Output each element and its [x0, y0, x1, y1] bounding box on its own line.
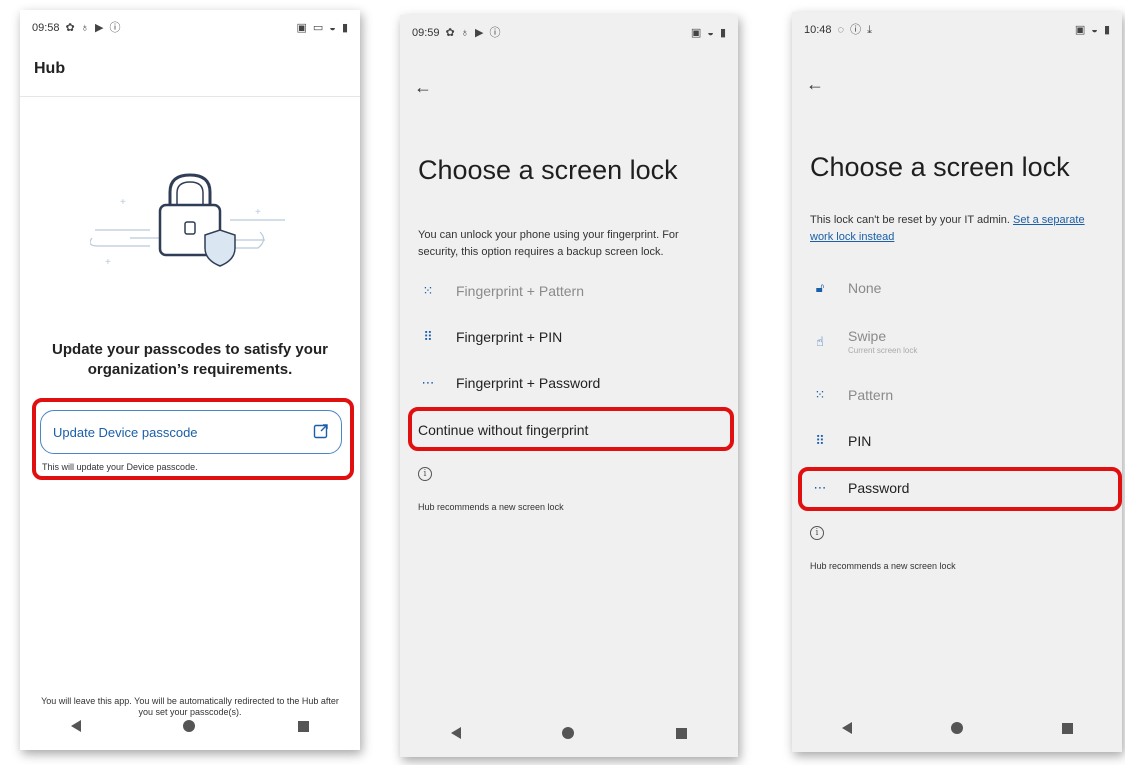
nav-back-icon[interactable]	[450, 727, 461, 739]
info-icon: i	[810, 526, 824, 540]
phone-fingerprint-lock-screen: 09:59 ✿ ♁ ▶ ⓘ ▣ ◒ ▮ ← Choose a screen lo…	[400, 15, 738, 757]
page-title: Choose a screen lock	[810, 152, 1070, 182]
nav-recents-icon[interactable]	[676, 727, 688, 739]
option-fingerprint-password[interactable]: ⋯ Fingerprint + Password	[418, 375, 601, 391]
option-label: PIN	[848, 433, 872, 449]
status-time: 09:59	[412, 27, 440, 39]
highlight-box	[408, 407, 734, 451]
page-title: Choose a screen lock	[418, 155, 678, 185]
option-label: Fingerprint + PIN	[456, 329, 563, 345]
status-bar: 10:48 ◌ ⓘ ⤓ ▣ ◒ ▮	[792, 12, 1122, 48]
status-time: 10:48	[804, 24, 832, 36]
wifi-icon: ◒	[1091, 23, 1098, 36]
back-arrow-icon[interactable]: ←	[806, 74, 824, 95]
fingerprint-description: You can unlock your phone using your fin…	[418, 229, 679, 258]
battery-icon: ▮	[341, 21, 348, 34]
recommend-text: Hub recommends a new screen lock	[810, 561, 956, 571]
pattern-icon: ⁙	[422, 283, 434, 298]
nav-recents-icon[interactable]	[297, 720, 309, 732]
sync-icon: ◌	[837, 23, 845, 36]
passcode-message: Update your passcodes to satisfy your or…	[52, 341, 328, 378]
lock-open-icon: 🔓︎	[815, 280, 825, 295]
play-icon: ▶	[475, 26, 484, 39]
password-icon: ⋯	[421, 375, 435, 390]
nav-bar	[20, 702, 360, 750]
option-label: None	[848, 280, 882, 296]
battery-icon: ▮	[1103, 23, 1110, 36]
nav-home-icon[interactable]	[183, 720, 196, 732]
app-title: Hub	[34, 60, 66, 77]
svg-text:+: +	[105, 257, 111, 268]
info-icon: i	[418, 467, 432, 481]
option-label: Swipe	[848, 328, 887, 344]
option-sublabel: Current screen lock	[848, 346, 918, 355]
swipe-icon: ☝	[816, 333, 824, 349]
status-bar: 09:58 ✿ ♁ ▶ ⓘ ▣ ▭ ◒ ▮	[20, 10, 360, 46]
lock-description: This lock can't be reset by your IT admi…	[810, 212, 1100, 246]
nfc-icon: ▣	[296, 21, 307, 34]
nav-back-icon[interactable]	[841, 722, 852, 734]
nav-bar	[792, 704, 1122, 752]
nav-recents-icon[interactable]	[1061, 722, 1073, 734]
pin-icon: ⠿	[423, 329, 433, 344]
svg-text:+: +	[120, 197, 126, 208]
nfc-icon: ▣	[1074, 23, 1086, 36]
status-bar: 09:59 ✿ ♁ ▶ ⓘ ▣ ◒ ▮	[400, 15, 738, 51]
highlight-box	[32, 398, 354, 480]
option-label: Pattern	[848, 387, 894, 403]
wifi-icon: ◒	[707, 26, 714, 39]
pin-icon: ⠿	[815, 433, 825, 448]
highlight-box	[798, 467, 1122, 511]
settings-icon: ✿	[445, 26, 455, 39]
option-pin[interactable]: ⠿ PIN	[810, 433, 871, 449]
option-swipe[interactable]: ☝ Swipe Current screen lock	[810, 328, 917, 355]
notification-icon: ♁	[460, 26, 469, 39]
option-none[interactable]: 🔓︎ None	[810, 280, 882, 296]
nav-home-icon[interactable]	[562, 727, 575, 739]
wifi-icon: ◒	[329, 21, 336, 34]
battery-icon: ▮	[719, 26, 726, 39]
briefcase-icon: ▭	[312, 21, 324, 34]
phone-hub-screen: 09:58 ✿ ♁ ▶ ⓘ ▣ ▭ ◒ ▮ Hub + + + Update y…	[20, 10, 360, 750]
option-label: Fingerprint + Pattern	[456, 283, 585, 299]
svg-text:+: +	[255, 207, 261, 218]
option-pattern[interactable]: ⁙ Pattern	[810, 387, 894, 403]
status-time: 09:58	[32, 22, 60, 34]
option-swipe-text: Swipe Current screen lock	[848, 328, 917, 355]
nav-bar	[400, 709, 738, 757]
phone-screen-lock: 10:48 ◌ ⓘ ⤓ ▣ ◒ ▮ ← Choose a screen lock…	[792, 12, 1122, 752]
nfc-icon: ▣	[690, 26, 702, 39]
lock-illustration: + + +	[90, 173, 285, 268]
play-icon: ▶	[95, 21, 104, 34]
option-fingerprint-pattern[interactable]: ⁙ Fingerprint + Pattern	[418, 283, 584, 299]
option-fingerprint-pin[interactable]: ⠿ Fingerprint + PIN	[418, 329, 562, 345]
recommend-text: Hub recommends a new screen lock	[418, 502, 564, 512]
notification-icon: ♁	[80, 21, 89, 34]
info-status-icon: ⓘ	[109, 21, 121, 34]
app-bar: Hub	[20, 46, 360, 97]
lock-description-text: This lock can't be reset by your IT admi…	[810, 214, 1010, 226]
nav-back-icon[interactable]	[71, 720, 82, 732]
option-label: Fingerprint + Password	[456, 375, 601, 391]
download-icon: ⤓	[867, 23, 872, 36]
nav-home-icon[interactable]	[950, 722, 963, 734]
info-status-icon: ⓘ	[850, 23, 862, 36]
info-status-icon: ⓘ	[489, 26, 501, 39]
pattern-icon: ⁙	[814, 387, 826, 402]
back-arrow-icon[interactable]: ←	[414, 77, 432, 98]
settings-icon: ✿	[65, 21, 75, 34]
